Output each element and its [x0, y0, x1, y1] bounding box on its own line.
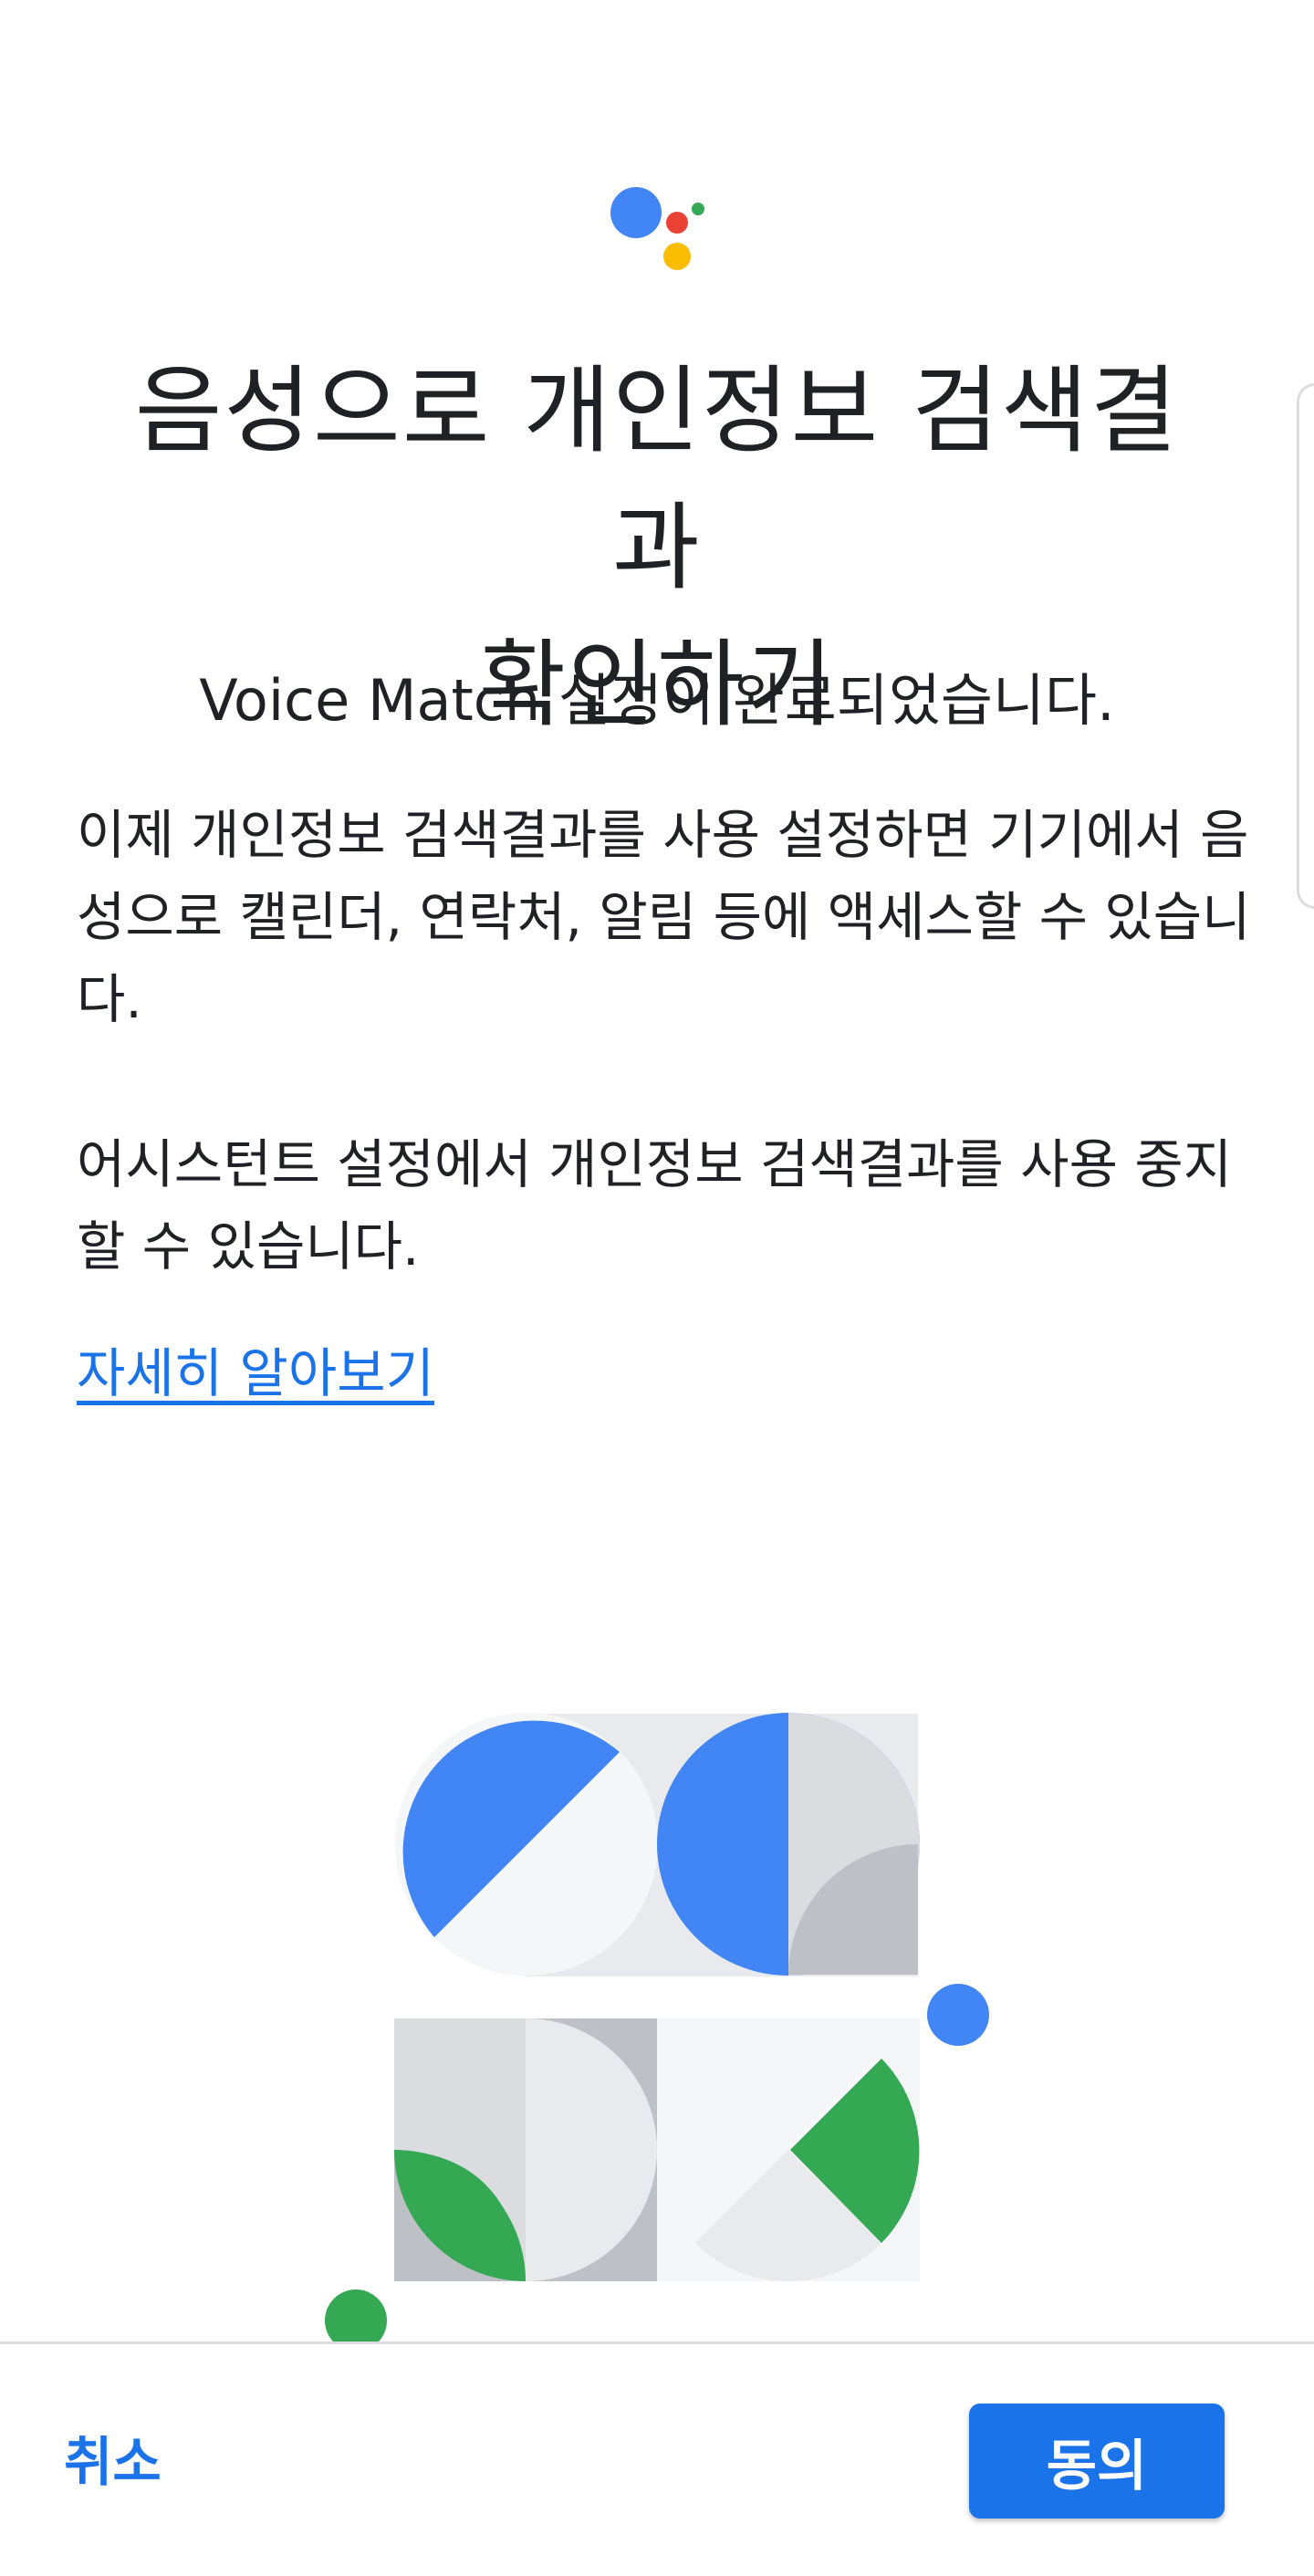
description-paragraph-1: 이제 개인정보 검색결과를 사용 설정하면 기기에서 음성으로 캘린더, 연락처… [77, 804, 1251, 1030]
subtitle: Voice Match 설정이 완료되었습니다. [199, 667, 1115, 734]
cancel-button[interactable]: 취소 [36, 2416, 189, 2498]
agree-button[interactable]: 동의 [969, 2404, 1225, 2519]
edge-panel-handle[interactable] [1297, 383, 1314, 909]
learn-more-link[interactable]: 자세히 알아보기 [77, 1332, 434, 1414]
google-assistant-logo-icon [610, 187, 704, 270]
description-paragraph-2: 어시스턴트 설정에서 개인정보 검색결과를 사용 중지할 수 있습니다. [77, 1133, 1233, 1278]
title-line-1: 음성으로 개인정보 검색결과 [134, 355, 1180, 603]
abstract-shapes-illustration-icon [325, 1713, 989, 2352]
